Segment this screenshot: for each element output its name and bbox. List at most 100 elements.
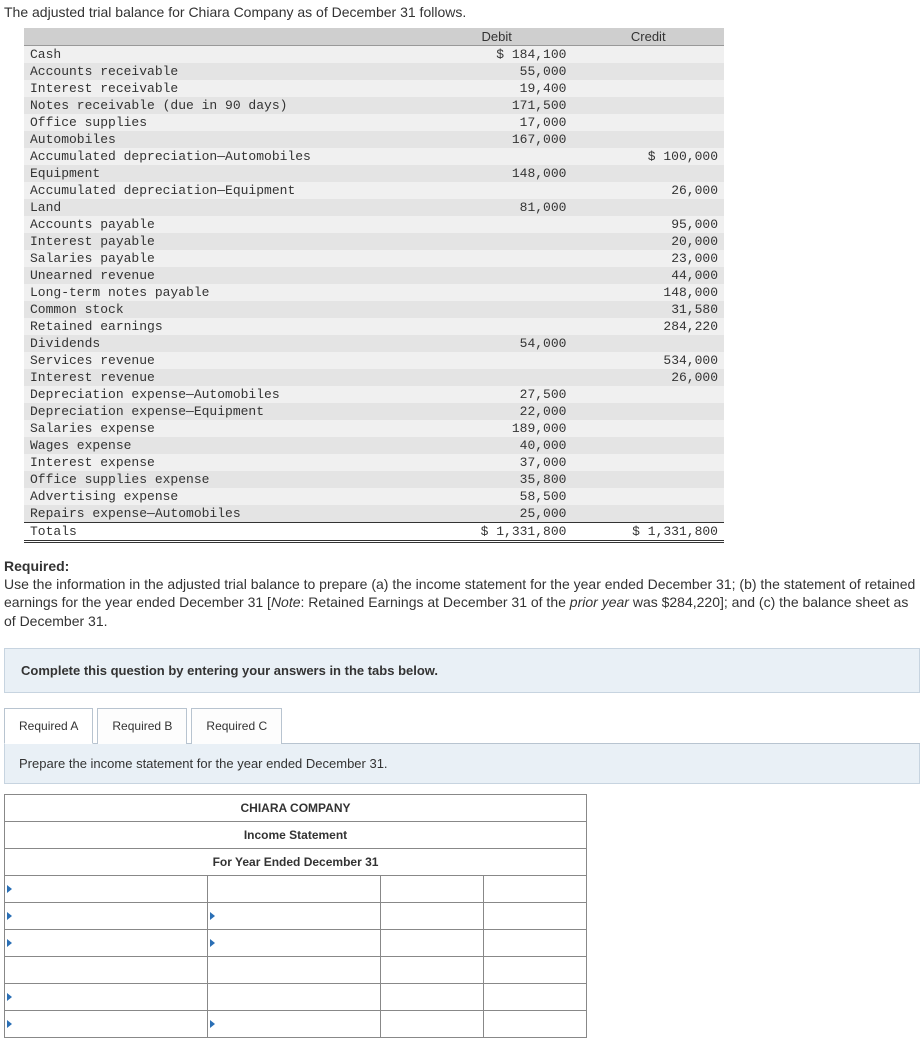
ws-cell[interactable] [381,902,484,929]
trial-balance-row: Wages expense40,000 [24,437,724,454]
ws-cell[interactable] [208,875,381,902]
tb-credit: 26,000 [572,182,724,199]
tb-debit: 37,000 [421,454,573,471]
tb-account: Cash [24,46,421,64]
totals-credit: $ 1,331,800 [572,523,724,542]
trial-balance-row: Repairs expense—Automobiles25,000 [24,505,724,523]
trial-balance-row: Accounts receivable55,000 [24,63,724,80]
tb-debit [421,267,573,284]
tb-debit: 25,000 [421,505,573,523]
tb-account: Accumulated depreciation—Equipment [24,182,421,199]
ws-cell[interactable] [381,956,484,983]
tb-debit [421,233,573,250]
tb-debit [421,148,573,165]
tb-debit: 17,000 [421,114,573,131]
tb-credit: 148,000 [572,284,724,301]
ws-cell[interactable] [381,875,484,902]
ws-cell-dropdown[interactable] [5,929,208,956]
tb-credit: 44,000 [572,267,724,284]
tb-account: Interest payable [24,233,421,250]
trial-balance-totals-row: Totals $ 1,331,800 $ 1,331,800 [24,523,724,542]
tb-debit [421,301,573,318]
ws-cell-dropdown[interactable] [208,929,381,956]
trial-balance-row: Equipment148,000 [24,165,724,182]
tb-account: Depreciation expense—Equipment [24,403,421,420]
ws-cell-dropdown[interactable] [5,875,208,902]
tb-account: Depreciation expense—Automobiles [24,386,421,403]
tb-debit: 54,000 [421,335,573,352]
ws-cell-dropdown[interactable] [5,902,208,929]
trial-balance-row: Advertising expense58,500 [24,488,724,505]
tb-account: Salaries expense [24,420,421,437]
tab-required-c[interactable]: Required C [191,708,282,744]
tab-required-b[interactable]: Required B [97,708,187,744]
tb-account: Retained earnings [24,318,421,335]
tb-debit [421,216,573,233]
trial-balance-row: Long-term notes payable148,000 [24,284,724,301]
required-block: Required: Use the information in the adj… [4,557,920,630]
tb-credit [572,505,724,523]
tb-credit [572,403,724,420]
trial-balance-row: Common stock31,580 [24,301,724,318]
trial-balance-row: Accumulated depreciation—Equipment 26,000 [24,182,724,199]
trial-balance-row: Notes receivable (due in 90 days)171,500 [24,97,724,114]
tb-credit [572,114,724,131]
tb-credit [572,454,724,471]
required-note-label: Note [271,594,301,610]
ws-cell[interactable] [208,956,381,983]
tb-debit [421,369,573,386]
tb-debit [421,318,573,335]
tb-credit: 20,000 [572,233,724,250]
trial-balance-row: Retained earnings284,220 [24,318,724,335]
ws-row [5,929,587,956]
ws-cell[interactable] [5,956,208,983]
trial-balance-row: Interest payable 20,000 [24,233,724,250]
ws-cell[interactable] [484,983,587,1010]
tb-debit: 55,000 [421,63,573,80]
tb-debit: 167,000 [421,131,573,148]
tab-required-a[interactable]: Required A [4,708,93,744]
ws-cell[interactable] [208,983,381,1010]
trial-balance-row: Depreciation expense—Automobiles27,500 [24,386,724,403]
tb-header-credit: Credit [572,28,724,46]
trial-balance-row: Salaries expense189,000 [24,420,724,437]
tb-debit [421,284,573,301]
ws-cell[interactable] [381,929,484,956]
trial-balance-row: Automobiles167,000 [24,131,724,148]
ws-cell[interactable] [484,929,587,956]
tb-credit [572,199,724,216]
tb-credit: 95,000 [572,216,724,233]
tb-debit: 189,000 [421,420,573,437]
tb-account: Wages expense [24,437,421,454]
tb-account: Office supplies expense [24,471,421,488]
ws-cell-dropdown[interactable] [208,902,381,929]
ws-row [5,902,587,929]
tb-header-debit: Debit [421,28,573,46]
tb-credit [572,420,724,437]
tab-instruction: Prepare the income statement for the yea… [19,756,388,771]
tb-debit: 35,800 [421,471,573,488]
tb-debit: 27,500 [421,386,573,403]
trial-balance-row: Salaries payable23,000 [24,250,724,267]
tb-credit [572,97,724,114]
tb-credit: 26,000 [572,369,724,386]
tb-debit: $ 184,100 [421,46,573,64]
tb-debit [421,182,573,199]
ws-period: For Year Ended December 31 [5,848,587,875]
ws-cell[interactable] [484,956,587,983]
tb-credit: 31,580 [572,301,724,318]
ws-cell[interactable] [381,983,484,1010]
ws-row [5,875,587,902]
trial-balance-row: Depreciation expense—Equipment22,000 [24,403,724,420]
tb-account: Interest receivable [24,80,421,97]
tb-credit: $ 100,000 [572,148,724,165]
tb-debit: 58,500 [421,488,573,505]
tb-credit [572,437,724,454]
ws-cell-dropdown[interactable] [5,983,208,1010]
tb-account: Land [24,199,421,216]
tb-debit [421,352,573,369]
trial-balance-row: Services revenue534,000 [24,352,724,369]
ws-company: CHIARA COMPANY [5,794,587,821]
ws-cell[interactable] [484,902,587,929]
ws-cell[interactable] [484,875,587,902]
